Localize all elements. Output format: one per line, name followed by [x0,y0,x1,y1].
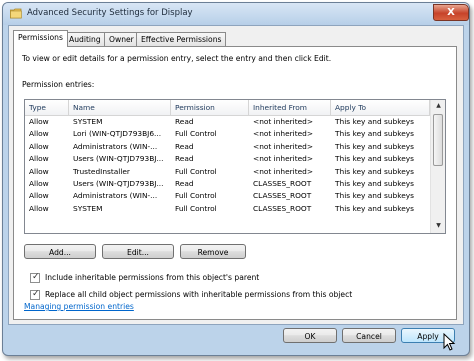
cell-inherited-from: CLASSES_ROOT [253,178,312,188]
mouse-pointer-icon [443,333,456,351]
cell-permission: Read [175,154,194,164]
cell-name: SYSTEM [73,203,103,213]
table-row[interactable]: Allow Administrators (WIN-... Read <not … [25,141,430,153]
cell-apply-to: This key and subkeys [335,191,415,201]
entries-label: Permission entries: [22,80,95,89]
checkmark-icon: ✓ [32,272,40,282]
cell-type: Allow [29,191,49,201]
replace-child-permissions-label: Replace all child object permissions wit… [45,290,353,299]
close-icon: X [447,7,455,18]
cell-apply-to: This key and subkeys [335,117,415,126]
table-row[interactable]: Allow Users (WIN-QTJD793BJ... Read <not … [25,153,430,165]
column-header-name[interactable]: Name [69,100,171,115]
remove-button[interactable]: Remove [180,244,246,259]
checkmark-icon: ✓ [32,289,40,299]
cell-permission: Read [175,141,194,151]
table-row[interactable]: Allow Users (WIN-QTJD793BJ... Read CLASS… [25,178,430,190]
cell-inherited-from: CLASSES_ROOT [253,191,312,201]
cell-name: Administrators (WIN-... [73,191,158,201]
cell-type: Allow [29,166,49,176]
permissions-panel: To view or edit details for a permission… [13,46,457,320]
include-inheritable-label: Include inheritable permissions from thi… [45,273,260,282]
close-button[interactable]: X [433,4,469,21]
column-header-inherited-from[interactable]: Inherited From [249,100,331,115]
table-row[interactable]: Allow Administrators (WIN-... Full Contr… [25,190,430,202]
replace-child-permissions-checkbox[interactable]: ✓ [30,289,40,300]
cell-inherited-from: <not inherited> [253,154,314,164]
cell-apply-to: This key and subkeys [335,154,415,164]
table-row[interactable]: Allow Lori (WIN-QTJD793BJ6... Full Contr… [25,128,430,140]
column-header-type[interactable]: Type [25,100,69,115]
cell-type: Allow [29,178,49,188]
dialog-window: Advanced Security Settings for Display X… [2,2,470,356]
cell-permission: Full Control [175,166,217,176]
folder-icon [10,8,22,19]
permission-entries-list[interactable]: Type Name Permission Inherited From Appl… [24,99,446,234]
cell-inherited-from: <not inherited> [253,141,314,151]
cell-type: Allow [29,129,49,139]
scrollbar-thumb[interactable] [433,114,443,166]
cell-apply-to: This key and subkeys [335,203,415,213]
table-row[interactable]: Allow SYSTEM Full Control CLASSES_ROOT T… [25,203,430,215]
column-header-permission[interactable]: Permission [171,100,249,115]
cell-permission: Read [175,117,194,126]
window-title: Advanced Security Settings for Display [27,8,193,18]
cell-apply-to: This key and subkeys [335,178,415,188]
ok-button[interactable]: OK [283,328,337,343]
title-bar[interactable]: Advanced Security Settings for Display X [3,3,469,25]
instructions-text: To view or edit details for a permission… [22,54,332,63]
cell-name: SYSTEM [73,117,103,126]
cell-type: Allow [29,141,49,151]
tab-permissions[interactable]: Permissions [13,30,68,47]
cell-apply-to: This key and subkeys [335,129,415,139]
cell-permission: Read [175,178,194,188]
cell-apply-to: This key and subkeys [335,166,415,176]
cell-name: Lori (WIN-QTJD793BJ6... [73,129,162,139]
dialog-client: Permissions Auditing Owner Effective Per… [8,25,464,325]
cancel-button[interactable]: Cancel [342,328,396,343]
managing-permission-entries-link[interactable]: Managing permission entries [24,302,134,311]
cell-inherited-from: CLASSES_ROOT [253,203,312,213]
cell-name: Users (WIN-QTJD793BJ... [73,178,164,188]
edit-button[interactable]: Edit... [102,244,174,259]
cell-type: Allow [29,117,49,126]
list-rows: Allow SYSTEM Read <not inherited> This k… [25,116,430,215]
tab-effective-permissions[interactable]: Effective Permissions [136,32,227,46]
cell-inherited-from: <not inherited> [253,166,314,176]
cell-inherited-from: <not inherited> [253,117,314,126]
add-button[interactable]: Add... [24,244,96,259]
column-header-apply-to[interactable]: Apply To [331,100,430,115]
scroll-down-icon[interactable]: ▼ [434,222,443,230]
table-row[interactable]: Allow SYSTEM Read <not inherited> This k… [25,116,430,128]
tab-auditing[interactable]: Auditing [64,32,106,46]
vertical-scrollbar[interactable]: ▲ ▼ [430,100,445,233]
table-row[interactable]: Allow TrustedInstaller Full Control <not… [25,166,430,178]
cell-name: Users (WIN-QTJD793BJ... [73,154,164,164]
cell-name: Administrators (WIN-... [73,141,158,151]
include-inheritable-checkbox[interactable]: ✓ [30,272,40,283]
cell-apply-to: This key and subkeys [335,141,415,151]
cell-permission: Full Control [175,191,217,201]
list-header: Type Name Permission Inherited From Appl… [25,100,430,116]
tab-owner[interactable]: Owner [104,32,139,46]
cell-type: Allow [29,203,49,213]
scroll-up-icon[interactable]: ▲ [434,102,443,110]
cell-permission: Full Control [175,203,217,213]
cell-name: TrustedInstaller [73,166,130,176]
cell-type: Allow [29,154,49,164]
cell-inherited-from: <not inherited> [253,129,314,139]
cell-permission: Full Control [175,129,217,139]
